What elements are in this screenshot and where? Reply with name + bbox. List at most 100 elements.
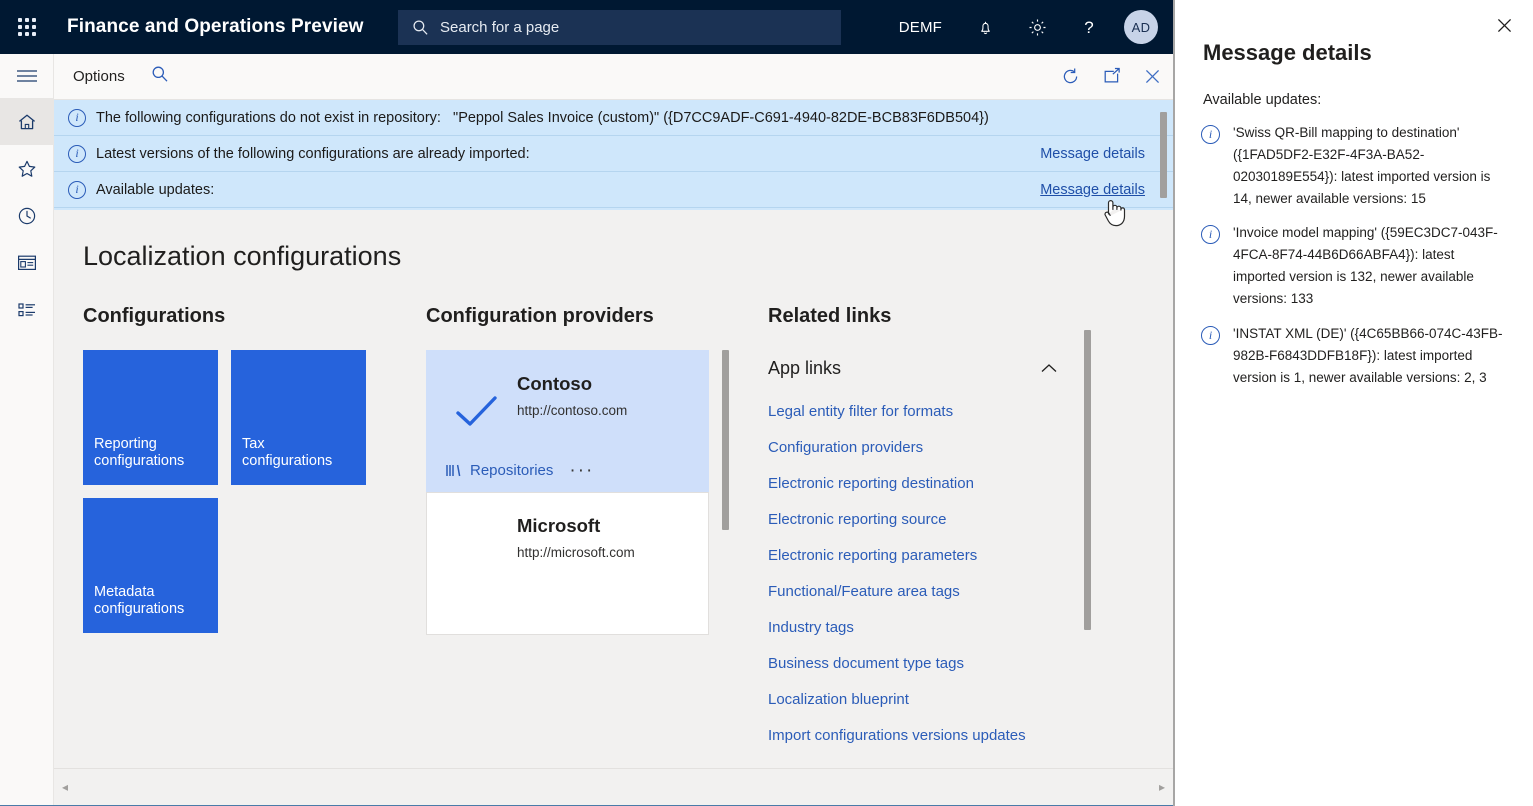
refresh-icon <box>1063 68 1078 84</box>
panel-message-text: 'Invoice model mapping' ({59EC3DC7-043F-… <box>1233 225 1498 307</box>
refresh-button[interactable] <box>1050 56 1091 97</box>
modules-list-icon <box>18 302 35 316</box>
info-icon: i <box>1201 225 1220 245</box>
svg-text:?: ? <box>1084 18 1093 37</box>
panel-subtitle: Available updates: <box>1203 92 1322 108</box>
main-content: Localization configurations Configuratio… <box>54 210 1173 768</box>
sidebar-item-modules[interactable] <box>0 286 54 333</box>
message-text: The following configurations do not exis… <box>96 109 989 126</box>
global-search-placeholder: Search for a page <box>440 19 560 36</box>
panel-message-item: i 'Invoice model mapping' ({59EC3DC7-043… <box>1201 222 1517 309</box>
message-text: Available updates: <box>96 181 215 198</box>
search-icon <box>152 66 168 82</box>
close-icon <box>1145 69 1160 84</box>
repositories-label: Repositories <box>470 462 554 479</box>
message-row: i Available updates: Message details <box>54 172 1173 208</box>
panel-message-text: 'Swiss QR-Bill mapping to destination' (… <box>1233 125 1491 206</box>
related-links-section: Related links App links Legal entity fil… <box>768 305 1098 753</box>
configuration-providers-list: Contoso http://contoso.com Repositories <box>426 350 729 768</box>
app-launcher-button[interactable] <box>0 0 54 54</box>
page-search-button[interactable] <box>151 65 169 88</box>
home-icon <box>18 114 36 129</box>
app-title: Finance and Operations Preview <box>67 16 364 37</box>
provider-card-contoso[interactable]: Contoso http://contoso.com Repositories <box>426 350 709 492</box>
hamburger-icon <box>17 70 37 82</box>
related-links-scrollbar[interactable] <box>1084 330 1091 630</box>
books-icon <box>446 464 461 477</box>
app-links-group-header[interactable]: App links <box>768 358 1058 379</box>
search-icon <box>413 20 428 35</box>
panel-title: Message details <box>1203 40 1372 65</box>
top-navigation-bar: Finance and Operations Preview Search fo… <box>0 0 1173 54</box>
sidebar-item-favorites[interactable] <box>0 145 54 192</box>
command-bar-actions <box>1050 56 1173 97</box>
open-in-new-window-icon <box>1104 67 1120 83</box>
configurations-section: Configurations Reporting configurations … <box>83 305 423 633</box>
provider-url: http://microsoft.com <box>517 545 635 560</box>
open-in-new-window-button[interactable] <box>1091 56 1132 97</box>
app-links-label: App links <box>768 358 842 378</box>
configuration-tiles: Reporting configurations Tax configurati… <box>83 350 423 633</box>
scroll-right-arrow[interactable]: ▸ <box>1159 780 1165 794</box>
horizontal-scrollbar[interactable]: ◂ ▸ <box>54 768 1173 805</box>
tile-metadata-configurations[interactable]: Metadata configurations <box>83 498 218 633</box>
link-localization-blueprint[interactable]: Localization blueprint <box>768 681 909 717</box>
related-links-heading: Related links <box>768 305 892 327</box>
tile-reporting-configurations[interactable]: Reporting configurations <box>83 350 218 485</box>
clock-icon <box>18 207 36 224</box>
avatar[interactable]: AD <box>1124 10 1158 44</box>
message-text: Latest versions of the following configu… <box>96 145 530 162</box>
link-industry-tags[interactable]: Industry tags <box>768 609 854 645</box>
message-bar: i The following configurations do not ex… <box>54 100 1173 210</box>
link-import-configurations-versions-updates[interactable]: Import configurations versions updates <box>768 717 1026 753</box>
provider-url: http://contoso.com <box>517 403 628 418</box>
configuration-providers-heading: Configuration providers <box>426 305 654 327</box>
options-menu-button[interactable]: Options <box>67 64 131 89</box>
configuration-providers-scrollbar[interactable] <box>722 350 729 530</box>
star-icon <box>18 160 36 177</box>
provider-name: Microsoft <box>517 515 601 536</box>
message-bar-scrollbar[interactable] <box>1160 112 1167 198</box>
global-search-box[interactable]: Search for a page <box>398 10 841 45</box>
chevron-up-icon <box>1041 364 1057 372</box>
scroll-left-arrow[interactable]: ◂ <box>62 780 68 794</box>
command-bar: Options <box>54 54 1173 100</box>
link-legal-entity-filter-for-formats[interactable]: Legal entity filter for formats <box>768 393 953 429</box>
link-configuration-providers[interactable]: Configuration providers <box>768 429 923 465</box>
repositories-button[interactable]: Repositories <box>445 462 553 479</box>
configuration-providers-scroll-track[interactable] <box>712 350 729 768</box>
tile-label: Metadata configurations <box>94 583 185 618</box>
sidebar-item-home[interactable] <box>0 98 54 145</box>
link-electronic-reporting-parameters[interactable]: Electronic reporting parameters <box>768 537 977 573</box>
settings-button[interactable] <box>1020 10 1054 44</box>
provider-actions: Repositories ··· <box>445 461 594 480</box>
company-selector[interactable]: DEMF <box>899 19 942 36</box>
panel-message-item: i 'Swiss QR-Bill mapping to destination'… <box>1201 122 1517 209</box>
navigation-menu-button[interactable] <box>0 54 54 98</box>
page-title: Localization configurations <box>83 241 402 271</box>
question-mark-icon: ? <box>1084 18 1093 37</box>
close-page-button[interactable] <box>1132 56 1173 97</box>
close-panel-button[interactable] <box>1489 10 1519 40</box>
help-button[interactable]: ? <box>1072 10 1106 44</box>
tile-label: Reporting configurations <box>94 435 185 470</box>
configuration-providers-scrollarea: Contoso http://contoso.com Repositories <box>426 350 709 768</box>
tile-tax-configurations[interactable]: Tax configurations <box>231 350 366 485</box>
message-details-link[interactable]: Message details <box>1040 182 1145 198</box>
provider-more-button[interactable]: ··· <box>569 461 594 480</box>
provider-card-microsoft[interactable]: Microsoft http://microsoft.com <box>426 492 709 635</box>
notifications-button[interactable] <box>968 10 1002 44</box>
configuration-providers-section: Configuration providers Contoso http://c… <box>426 305 729 768</box>
tile-label: Tax configurations <box>242 435 333 470</box>
sidebar-item-workspaces[interactable] <box>0 239 54 286</box>
message-details-link[interactable]: Message details <box>1040 146 1145 162</box>
link-functional-feature-area-tags[interactable]: Functional/Feature area tags <box>768 573 960 609</box>
configurations-heading: Configurations <box>83 305 226 327</box>
link-electronic-reporting-source[interactable]: Electronic reporting source <box>768 501 946 537</box>
sidebar-item-recent[interactable] <box>0 192 54 239</box>
panel-message-item: i 'INSTAT XML (DE)' ({4C65BB66-074C-43FB… <box>1201 323 1517 389</box>
link-business-document-type-tags[interactable]: Business document type tags <box>768 645 964 681</box>
close-icon <box>1497 18 1511 32</box>
provider-name: Contoso <box>517 373 593 394</box>
link-electronic-reporting-destination[interactable]: Electronic reporting destination <box>768 465 974 501</box>
